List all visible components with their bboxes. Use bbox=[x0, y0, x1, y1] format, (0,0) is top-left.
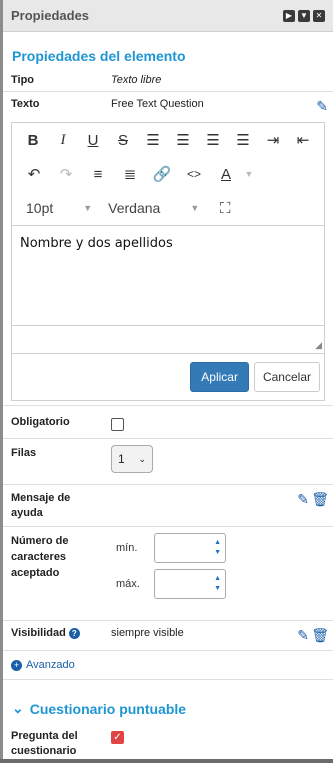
advanced-toggle[interactable]: + Avanzado bbox=[3, 651, 333, 680]
visibilidad-label-wrap: Visibilidad? bbox=[11, 627, 111, 639]
close-icon[interactable]: ✕ bbox=[313, 9, 325, 22]
visibilidad-label: Visibilidad bbox=[11, 627, 66, 639]
fullscreen-icon[interactable]: ⛶ bbox=[209, 194, 241, 222]
cuestionario-title: Cuestionario puntuable bbox=[29, 700, 187, 717]
caracteres-label: Número de caracteres aceptado bbox=[11, 535, 69, 579]
spinner-icon[interactable]: ▲ ▼ bbox=[214, 538, 221, 558]
max-label: máx. bbox=[116, 578, 140, 590]
link-icon[interactable]: 🔗 bbox=[146, 160, 178, 188]
editor-content[interactable]: Nombre y dos apellidos bbox=[12, 225, 324, 325]
strikethrough-icon[interactable]: S bbox=[108, 126, 138, 154]
align-left-icon[interactable]: ☰ bbox=[138, 126, 168, 154]
texto-value: Free Text Question bbox=[111, 98, 204, 110]
pencil-icon[interactable]: ✎ bbox=[297, 491, 309, 508]
obligatorio-checkbox[interactable] bbox=[111, 418, 124, 431]
toolbar-row-1: B I U S ☰ ☰ ☰ ☰ ⇥ ⇤ bbox=[12, 123, 324, 157]
apply-button[interactable]: Aplicar bbox=[190, 362, 249, 392]
tipo-value: Texto libre bbox=[111, 74, 162, 86]
indent-icon[interactable]: ⇥ bbox=[258, 126, 288, 154]
chevron-down-icon: ▼ bbox=[190, 203, 200, 213]
pencil-icon[interactable]: ✎ bbox=[316, 98, 328, 115]
caracteres-inputs: mín. ▲ ▼ máx. ▲ ▼ bbox=[111, 533, 226, 605]
rich-text-editor: B I U S ☰ ☰ ☰ ☰ ⇥ ⇤ ↶ ↷ ≡ ≣ 🔗 <> A ▼ 10p… bbox=[12, 123, 324, 354]
filas-value: 1 bbox=[118, 452, 125, 466]
panel-title: Propiedades bbox=[11, 8, 90, 23]
editor-actions: Aplicar Cancelar bbox=[12, 354, 324, 400]
toolbar-row-3: 10pt ▼ Verdana ▼ ⛶ bbox=[12, 191, 324, 225]
align-center-icon[interactable]: ☰ bbox=[168, 126, 198, 154]
filas-select[interactable]: 1 ⌄ bbox=[111, 445, 153, 473]
row-caracteres: Número de caracteres aceptado mín. ▲ ▼ má… bbox=[3, 527, 333, 621]
bottom-strip bbox=[0, 759, 333, 763]
collapse-icon[interactable]: ▼ bbox=[298, 9, 310, 22]
redo-icon[interactable]: ↷ bbox=[50, 160, 82, 188]
font-size-value: 10pt bbox=[26, 200, 54, 216]
resize-handle-icon[interactable]: ◢ bbox=[315, 340, 322, 351]
play-icon[interactable]: ▶ bbox=[283, 9, 295, 22]
cancel-button[interactable]: Cancelar bbox=[253, 362, 320, 392]
min-input[interactable]: ▲ ▼ bbox=[154, 533, 226, 563]
panel-header: Propiedades ▶ ▼ ✕ bbox=[3, 0, 333, 32]
row-tipo: Tipo Texto libre bbox=[3, 68, 333, 92]
min-label: mín. bbox=[116, 542, 138, 554]
mensaje-label: Mensaje de ayuda bbox=[11, 492, 71, 519]
tipo-label: Tipo bbox=[11, 74, 35, 86]
align-right-icon[interactable]: ☰ bbox=[198, 126, 228, 154]
max-input[interactable]: ▲ ▼ bbox=[154, 569, 226, 599]
rich-text-editor-container: B I U S ☰ ☰ ☰ ☰ ⇥ ⇤ ↶ ↷ ≡ ≣ 🔗 <> A ▼ 10p… bbox=[11, 122, 325, 401]
pencil-icon[interactable]: ✎ bbox=[297, 627, 309, 644]
chevron-down-icon: ⌄ bbox=[12, 700, 24, 716]
texto-label: Texto bbox=[11, 98, 40, 110]
filas-label: Filas bbox=[11, 447, 37, 459]
toolbar-row-2: ↶ ↷ ≡ ≣ 🔗 <> A ▼ bbox=[12, 157, 324, 191]
font-size-select[interactable]: 10pt ▼ bbox=[18, 200, 100, 216]
editor-statusbar: ◢ bbox=[12, 325, 324, 353]
italic-icon[interactable]: I bbox=[48, 126, 78, 154]
numbered-list-icon[interactable]: ≣ bbox=[114, 160, 146, 188]
outdent-icon[interactable]: ⇤ bbox=[288, 126, 318, 154]
advanced-label: Avanzado bbox=[26, 659, 75, 671]
row-texto: Texto Free Text Question ✎ bbox=[3, 92, 333, 118]
obligatorio-label: Obligatorio bbox=[11, 416, 70, 428]
bullet-list-icon[interactable]: ≡ bbox=[82, 160, 114, 188]
undo-icon[interactable]: ↶ bbox=[18, 160, 50, 188]
spinner-icon[interactable]: ▲ ▼ bbox=[214, 574, 221, 594]
pregunta-checkbox[interactable]: ✓ bbox=[111, 731, 124, 744]
row-filas: Filas 1 ⌄ bbox=[3, 439, 333, 485]
chevron-down-icon: ⌄ bbox=[138, 453, 146, 464]
row-visibilidad: Visibilidad? siempre visible ✎ 🗑 bbox=[3, 621, 333, 651]
help-icon[interactable]: ? bbox=[68, 627, 80, 639]
pregunta-label: Pregunta del cuestionario bbox=[11, 730, 78, 757]
section-title: Propiedades del elemento bbox=[12, 48, 186, 64]
plus-circle-icon: + bbox=[11, 659, 22, 671]
trash-icon[interactable]: 🗑 bbox=[311, 627, 329, 644]
properties-panel: Propiedades ▶ ▼ ✕ Propiedades del elemen… bbox=[3, 0, 333, 763]
trash-icon[interactable]: 🗑 bbox=[311, 491, 329, 508]
font-family-select[interactable]: Verdana ▼ bbox=[100, 200, 207, 216]
align-justify-icon[interactable]: ☰ bbox=[228, 126, 258, 154]
chevron-down-icon: ▼ bbox=[83, 203, 93, 213]
text-color-dropdown-icon[interactable]: ▼ bbox=[242, 160, 256, 188]
row-mensaje: Mensaje de ayuda ✎ 🗑 bbox=[3, 485, 333, 527]
visibilidad-value: siempre visible bbox=[111, 627, 184, 639]
underline-icon[interactable]: U bbox=[78, 126, 108, 154]
font-family-value: Verdana bbox=[108, 200, 161, 216]
row-pregunta: Pregunta del cuestionario ✓ bbox=[3, 723, 333, 763]
cuestionario-header[interactable]: ⌄ Cuestionario puntuable bbox=[3, 680, 333, 723]
row-obligatorio: Obligatorio bbox=[3, 405, 333, 439]
code-icon[interactable]: <> bbox=[178, 160, 210, 188]
text-color-icon[interactable]: A bbox=[210, 160, 242, 188]
bold-icon[interactable]: B bbox=[18, 126, 48, 154]
